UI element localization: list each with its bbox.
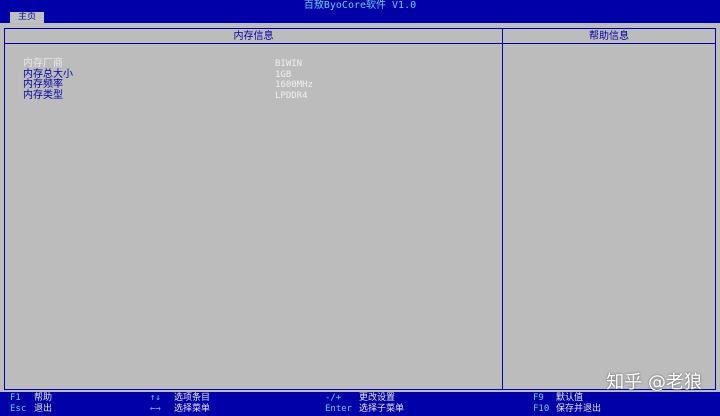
hint-key: Esc — [10, 404, 27, 414]
hint-key: ↑↓ — [150, 393, 161, 403]
hint-f9: F9 默认值 — [533, 393, 583, 404]
hint-plus-minus: -/+ 更改设置 — [325, 393, 395, 404]
hint-enter: Enter 选择子菜单 — [325, 404, 404, 415]
help-panel-title: 帮助信息 — [503, 29, 715, 44]
hint-key: -/+ — [325, 393, 342, 403]
hint-key: F9 — [533, 393, 544, 403]
hint-up-down: ↑↓ 选项条目 — [150, 393, 210, 404]
tab-main[interactable]: 主页 — [10, 12, 45, 23]
setting-row-memory-total-size[interactable]: 内存总大小 1GB — [23, 69, 313, 81]
setting-value: BIWIN — [275, 59, 303, 69]
setting-row-memory-vendor[interactable]: 内存厂商 BIWIN — [23, 58, 313, 70]
hint-key: F1 — [10, 393, 21, 403]
hint-key: F10 — [533, 404, 550, 414]
hint-desc: 帮助 — [34, 393, 53, 403]
setting-label: 内存频率 — [23, 79, 63, 90]
hint-desc: 选项条目 — [174, 393, 211, 403]
setting-row-memory-type[interactable]: 内存类型 LPDDR4 — [23, 89, 313, 102]
hint-f10: F10 保存并退出 — [533, 404, 601, 415]
setting-value: 1600MHz — [275, 80, 313, 90]
hint-key: ←→ — [150, 404, 161, 414]
panel-title: 内存信息 — [5, 29, 502, 44]
settings-list: 内存厂商 BIWIN 内存总大小 1GB 内存频率 1600MHz 内存类型 L… — [23, 58, 313, 102]
setting-value: LPDDR4 — [275, 90, 308, 101]
setting-value: 1GB — [275, 69, 292, 80]
hint-desc: 退出 — [34, 404, 53, 414]
setting-row-memory-frequency[interactable]: 内存频率 1600MHz — [23, 79, 313, 91]
hint-esc: Esc 退出 — [10, 404, 52, 415]
hint-f1: F1 帮助 — [10, 393, 52, 404]
hint-desc: 更改设置 — [359, 393, 396, 403]
hint-desc: 默认值 — [556, 393, 584, 403]
memory-info-panel: 内存信息 内存厂商 BIWIN 内存总大小 1GB 内存频率 1600MHz 内… — [4, 28, 503, 390]
main-area: 内存信息 内存厂商 BIWIN 内存总大小 1GB 内存频率 1600MHz 内… — [0, 23, 720, 392]
tab-bar: 主页 — [0, 12, 720, 23]
window-title: 百敖ByoCore软件 V1.0 — [303, 0, 417, 11]
watermark: 知乎 @老狼 — [606, 372, 702, 393]
footer-hints: F1 帮助 Esc 退出 ↑↓ 选项条目 ←→ 选择菜单 -/+ 更改设置 Enter 选择… — [0, 392, 720, 416]
hint-key: Enter — [325, 404, 353, 414]
hint-desc: 保存并退出 — [556, 404, 602, 414]
hint-left-right: ←→ 选择菜单 — [150, 404, 210, 415]
hint-desc: 选择子菜单 — [359, 404, 405, 414]
setting-label: 内存厂商 — [23, 58, 63, 69]
setting-label: 内存类型 — [23, 89, 63, 101]
hint-desc: 选择菜单 — [174, 404, 211, 414]
help-panel: 帮助信息 — [502, 28, 716, 390]
